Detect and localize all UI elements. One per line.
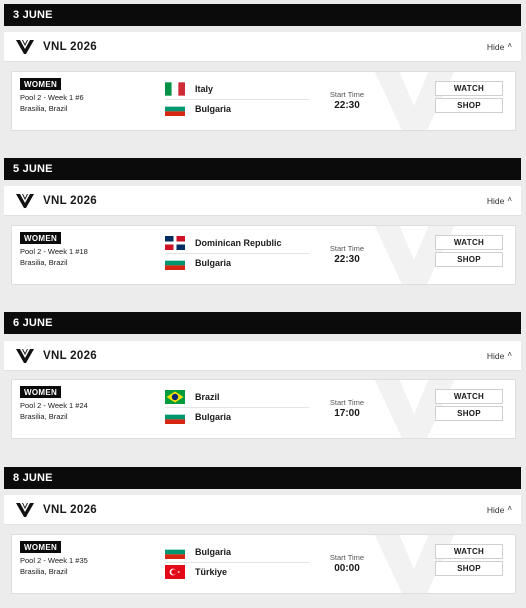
bulgaria-flag-icon	[165, 102, 185, 116]
pool-label: Pool 2 - Week 1 #35	[20, 556, 88, 565]
match-card[interactable]: WOMEN Pool 2 - Week 1 #35 Brasilia, Braz…	[11, 534, 516, 594]
teams-divider	[165, 562, 309, 563]
team-name: Bulgaria	[195, 258, 232, 268]
team-home[interactable]: Dominican Republic	[165, 236, 282, 250]
venue-label: Brasilia, Brazil	[20, 258, 68, 267]
teams-divider	[165, 99, 309, 100]
competition-name: VNL 2026	[43, 194, 97, 207]
chevron-up-icon: ˄	[507, 350, 512, 359]
team-name: Bulgaria	[195, 412, 232, 422]
shop-button[interactable]: SHOP	[435, 406, 503, 421]
shop-button[interactable]: SHOP	[435, 561, 503, 576]
date-label: 8 JUNE	[13, 472, 53, 484]
team-name: Italy	[195, 84, 214, 94]
competition-bar: VNL 2026 Hide ˄	[4, 341, 521, 371]
bulgaria-flag-icon	[165, 410, 185, 424]
competition-bar: VNL 2026 Hide ˄	[4, 186, 521, 216]
vnl-logo-icon	[16, 502, 34, 517]
date-label: 5 JUNE	[13, 163, 53, 175]
shop-button[interactable]: SHOP	[435, 252, 503, 267]
watch-button[interactable]: WATCH	[435, 235, 503, 250]
date-header: 6 JUNE	[4, 312, 521, 334]
category-badge: WOMEN	[20, 232, 62, 244]
start-time-label: Start Time	[329, 90, 365, 99]
vnl-logo-icon	[16, 39, 34, 54]
match-card[interactable]: WOMEN Pool 2 - Week 1 #24 Brasilia, Braz…	[11, 379, 516, 439]
teams-divider	[165, 407, 309, 408]
match-card[interactable]: WOMEN Pool 2 - Week 1 #6 Brasilia, Brazi…	[11, 71, 516, 131]
hide-toggle[interactable]: Hide ˄	[486, 41, 512, 52]
pool-label: Pool 2 - Week 1 #6	[20, 93, 84, 102]
team-name: Bulgaria	[195, 547, 232, 557]
category-badge: WOMEN	[20, 386, 62, 398]
start-time: 22:30	[334, 100, 360, 111]
team-home[interactable]: Bulgaria	[165, 545, 231, 559]
watch-button[interactable]: WATCH	[435, 389, 503, 404]
team-away[interactable]: Bulgaria	[165, 102, 231, 116]
category-badge: WOMEN	[20, 541, 62, 553]
venue-label: Brasilia, Brazil	[20, 104, 68, 113]
date-label: 3 JUNE	[13, 9, 53, 21]
hide-label: Hide	[486, 41, 505, 52]
hide-toggle[interactable]: Hide ˄	[486, 350, 512, 361]
start-time-label: Start Time	[329, 553, 365, 562]
team-away[interactable]: Türkiye	[165, 565, 227, 579]
bulgaria-flag-icon	[165, 545, 185, 559]
hide-toggle[interactable]: Hide ˄	[486, 504, 512, 515]
hide-toggle[interactable]: Hide ˄	[486, 195, 512, 206]
date-header: 5 JUNE	[4, 158, 521, 180]
pool-label: Pool 2 - Week 1 #24	[20, 401, 88, 410]
watch-button[interactable]: WATCH	[435, 81, 503, 96]
venue-label: Brasilia, Brazil	[20, 567, 68, 576]
start-time-label: Start Time	[329, 398, 365, 407]
shop-button[interactable]: SHOP	[435, 98, 503, 113]
vnl-logo-icon	[16, 193, 34, 208]
start-time: 22:30	[334, 254, 360, 265]
venue-label: Brasilia, Brazil	[20, 412, 68, 421]
category-badge: WOMEN	[20, 78, 62, 90]
team-name: Bulgaria	[195, 104, 232, 114]
hide-label: Hide	[486, 504, 505, 515]
italy-flag-icon	[165, 82, 185, 96]
competition-name: VNL 2026	[43, 40, 97, 53]
start-time: 00:00	[334, 563, 360, 574]
team-home[interactable]: Italy	[165, 82, 213, 96]
start-time-label: Start Time	[329, 244, 365, 253]
date-label: 6 JUNE	[13, 317, 53, 329]
vnl-logo-icon	[16, 348, 34, 363]
chevron-up-icon: ˄	[507, 195, 512, 204]
competition-name: VNL 2026	[43, 349, 97, 362]
team-away[interactable]: Bulgaria	[165, 256, 231, 270]
dominican-republic-flag-icon	[165, 236, 185, 250]
competition-bar: VNL 2026 Hide ˄	[4, 32, 521, 62]
team-name: Dominican Republic	[195, 238, 282, 248]
date-header: 8 JUNE	[4, 467, 521, 489]
match-card[interactable]: WOMEN Pool 2 - Week 1 #18 Brasilia, Braz…	[11, 225, 516, 285]
team-home[interactable]: Brazil	[165, 390, 220, 404]
competition-name: VNL 2026	[43, 503, 97, 516]
team-name: Brazil	[195, 392, 220, 402]
pool-label: Pool 2 - Week 1 #18	[20, 247, 88, 256]
date-header: 3 JUNE	[4, 4, 521, 26]
hide-label: Hide	[486, 350, 505, 361]
team-away[interactable]: Bulgaria	[165, 410, 231, 424]
watch-button[interactable]: WATCH	[435, 544, 503, 559]
start-time: 17:00	[334, 408, 360, 419]
teams-divider	[165, 253, 309, 254]
chevron-up-icon: ˄	[507, 41, 512, 50]
bulgaria-flag-icon	[165, 256, 185, 270]
chevron-up-icon: ˄	[507, 504, 512, 513]
team-name: Türkiye	[195, 567, 228, 577]
brazil-flag-icon	[165, 390, 185, 404]
competition-bar: VNL 2026 Hide ˄	[4, 495, 521, 525]
hide-label: Hide	[486, 195, 505, 206]
turkiye-flag-icon	[165, 565, 185, 579]
